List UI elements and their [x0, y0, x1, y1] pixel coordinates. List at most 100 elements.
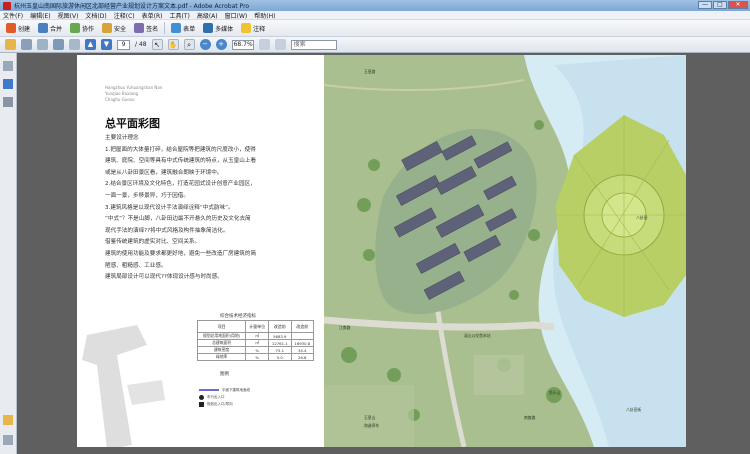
menu-tools[interactable]: 工具(T): [169, 11, 189, 20]
title-bar: 杭州玉皇山南国际旅游休闲区北部经营产业规划设计方案文本.pdf - Adobe …: [0, 0, 750, 11]
secure-button[interactable]: 安全: [100, 22, 128, 35]
fit-width-icon[interactable]: [274, 39, 286, 50]
calligraphy-watermark: [82, 325, 165, 447]
legend: 平面下建筑地面线 车行出入口 规划出入口/导向: [199, 387, 250, 408]
zoom-tool-icon[interactable]: ⌕: [183, 39, 195, 50]
paragraph: “中式”？不是山脚，八卦田边最不开悬久的历史及文化去简: [105, 216, 251, 223]
map-label-ridge: 鱼乐山: [549, 390, 561, 395]
paragraph: 或是从八卦田景区看，建筑融合朗映于环境中。: [105, 169, 223, 176]
forms-icon: [171, 23, 182, 33]
pdf-page-right-site-plan: 玉皇路 八卦田 溪山公交首末站 玉皇山 和谐停车 江南路 鱼乐山 南复路 八卦田…: [324, 55, 686, 447]
design-concept-text: 主要设计理念 1.把屋面的大体量打碎，结合屋院等把建筑的尺度改小，使得 建筑、庭…: [105, 133, 315, 284]
comments-panel-icon[interactable]: [3, 415, 13, 425]
menu-window[interactable]: 窗口(W): [225, 11, 248, 20]
save-icon[interactable]: [53, 39, 64, 50]
collaborate-button[interactable]: 协作: [68, 22, 96, 35]
paragraph: 1.把屋面的大体量打碎，结合屋院等把建筑的尺度改小，使得: [105, 146, 256, 153]
paragraph: 建筑的使用功能及要求都更好地，避免一些改造厂房建筑的简: [105, 250, 257, 257]
zoom-level-field[interactable]: 68.7%: [231, 39, 254, 50]
comment-icon: [241, 23, 252, 33]
maximize-button[interactable]: □: [713, 1, 727, 9]
multimedia-button[interactable]: 多媒体: [201, 22, 235, 35]
close-button[interactable]: ✕: [728, 1, 748, 9]
table-title: 综合技术经济指标: [220, 314, 256, 319]
map-label-road-top: 玉皇路: [364, 69, 376, 74]
paragraph: 主要设计理念: [105, 135, 139, 141]
entrance-swatch: [199, 401, 204, 407]
signatures-icon[interactable]: [3, 97, 13, 107]
map-label-yuheng: 玉皇山: [364, 415, 376, 420]
attachments-icon[interactable]: [3, 435, 13, 445]
minimize-button[interactable]: —: [698, 1, 712, 9]
menu-comments[interactable]: 注释(C): [114, 11, 135, 20]
lock-icon: [102, 23, 113, 33]
print-preview-icon[interactable]: [69, 39, 80, 50]
map-label-jiangnan: 江南路: [339, 325, 351, 330]
paragraph: 建筑局部设计可以现代??体现设计感与时尚感。: [105, 274, 223, 281]
page-total: / 48: [135, 41, 147, 48]
next-page-icon[interactable]: ▼: [101, 39, 112, 50]
comment-button[interactable]: 注释: [239, 22, 267, 35]
previous-page-icon[interactable]: ▲: [85, 39, 96, 50]
film-icon: [203, 23, 214, 33]
legend-item: 规划出入口/导向: [199, 401, 250, 408]
collaborate-icon: [70, 23, 81, 33]
menu-advanced[interactable]: 高级(A): [197, 11, 218, 20]
english-subtitle: Hangzhou Yuhuangshan Nan Yunqiao Baxiang…: [105, 85, 163, 102]
table-row: 总建筑面积㎡ 12761.1 16930.8: [196, 339, 315, 347]
search-input[interactable]: 搜索: [290, 39, 337, 50]
map-label-right-bottom: 八卦田街: [626, 407, 642, 412]
legend-title: 图例: [220, 372, 229, 377]
menu-help[interactable]: 帮助(H): [254, 11, 275, 20]
pages-icon[interactable]: [3, 61, 13, 71]
email-icon[interactable]: [37, 39, 48, 50]
menu-forms[interactable]: 表单(R): [142, 11, 163, 20]
legend-item: 平面下建筑地面线: [199, 387, 250, 394]
site-plan-image: [324, 55, 686, 447]
table-header: 改造前: [268, 320, 292, 333]
pdf-page-left: Hangzhou Yuhuangshan Nan Yunqiao Baxiang…: [77, 55, 324, 447]
paragraph: 现代手法的演绎??将中式风格及构件抽象简洁化。: [105, 227, 229, 234]
menu-file[interactable]: 文件(F): [3, 11, 23, 20]
task-toolbar: 创建 合并 协作 安全 签名 表单 多媒体 注释: [0, 20, 750, 37]
table-header: 改造前: [290, 320, 315, 333]
paragraph: 2.结合景区环境及文化特色，打造花园式设计创意产业园区，: [105, 181, 256, 188]
menu-edit[interactable]: 编辑(E): [30, 11, 50, 20]
map-label-south-road: 南复路: [524, 415, 536, 420]
bookmarks-icon[interactable]: [3, 79, 13, 89]
table-row: 规划总用地面积(用地) ㎡ 5683.9: [196, 332, 315, 340]
map-label-parking: 溪山公交首末站: [464, 333, 491, 338]
table-header: 计量单位: [245, 320, 270, 333]
menu-view[interactable]: 视图(V): [58, 11, 79, 20]
table-row: 绿地率% 5.0 26.8: [196, 353, 315, 361]
hand-tool-icon[interactable]: ✋: [167, 39, 179, 50]
table-header: 项目: [196, 320, 247, 333]
section-title: 总平面彩图: [105, 117, 160, 130]
create-icon: [6, 23, 16, 33]
zoom-in-icon[interactable]: +: [215, 39, 227, 50]
navigation-toolbar: ▲ ▼ 9 / 48 ↖ ✋ ⌕ − + 68.7% 搜索: [0, 37, 750, 53]
dashed-line-swatch: [199, 389, 219, 391]
paragraph: 陋感、粗糙感、工业感。: [105, 262, 167, 269]
table-row: 建筑密度% 75.1 34.4: [196, 346, 315, 354]
combine-icon: [38, 23, 49, 33]
forms-button[interactable]: 表单: [169, 22, 197, 35]
open-folder-icon[interactable]: [5, 39, 16, 50]
menu-document[interactable]: 文档(D): [85, 11, 106, 20]
combine-button[interactable]: 合并: [36, 22, 64, 35]
map-label-coordination: 和谐停车: [364, 423, 380, 428]
create-button[interactable]: 创建: [4, 22, 32, 35]
fit-page-icon[interactable]: [258, 39, 270, 50]
page-number-input[interactable]: 9: [117, 39, 130, 50]
print-icon[interactable]: [21, 39, 32, 50]
legend-item: 车行出入口: [199, 394, 250, 401]
select-tool-icon[interactable]: ↖: [151, 39, 163, 50]
paragraph: 一面一景，步移景异，巧于因借。: [105, 192, 189, 199]
paragraph: 3.建筑风格是以现代设计手法演绎诠释“中式韵味”。: [105, 204, 234, 211]
map-label-bagua: 八卦田: [636, 215, 648, 220]
document-viewport[interactable]: Hangzhou Yuhuangshan Nan Yunqiao Baxiang…: [17, 53, 750, 454]
arrow-swatch: [199, 394, 204, 400]
zoom-out-icon[interactable]: −: [199, 39, 211, 50]
menu-bar: 文件(F) 编辑(E) 视图(V) 文档(D) 注释(C) 表单(R) 工具(T…: [0, 11, 750, 20]
sign-button[interactable]: 签名: [132, 22, 160, 35]
